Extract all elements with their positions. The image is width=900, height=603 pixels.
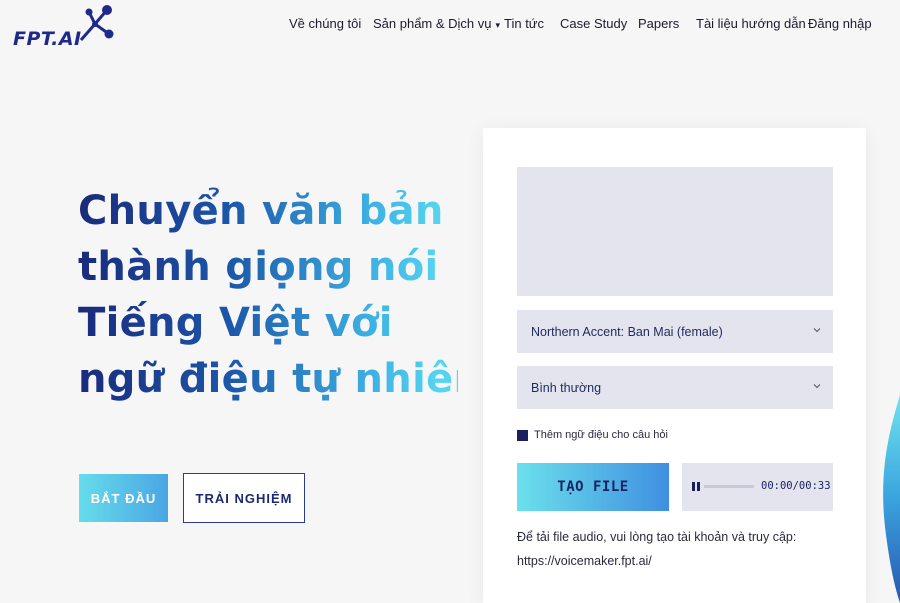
logo-molecule-icon [79, 5, 114, 41]
chevron-down-icon [813, 328, 821, 333]
nav-item-news[interactable]: Tin tức [504, 16, 544, 31]
fpt-ai-logo[interactable]: FPT.AI [13, 4, 114, 50]
try-button[interactable]: TRẢI NGHIỆM [183, 473, 305, 523]
nav-item-case-study[interactable]: Case Study [560, 16, 627, 31]
pause-icon[interactable] [692, 482, 700, 491]
audio-time: 00:00/00:33 [761, 480, 831, 492]
audio-progress-bar[interactable] [704, 485, 754, 488]
chevron-down-icon [813, 384, 821, 389]
logo-text: FPT.AI [13, 28, 82, 50]
question-intonation-checkbox[interactable] [517, 429, 528, 441]
hero-title-line: Tiếng Việt với [78, 295, 458, 351]
nav-item-products[interactable]: Sản phẩm & Dịch vụ ▾ [373, 16, 500, 31]
hero-title-line: thành giọng nói [78, 239, 458, 295]
nav-item-docs[interactable]: Tài liệu hướng dẫn [696, 16, 806, 31]
nav-item-products-label: Sản phẩm & Dịch vụ [373, 16, 492, 31]
voicemaker-link[interactable]: https://voicemaker.fpt.ai/ [517, 549, 837, 573]
question-intonation-option: Thêm ngữ điệu cho câu hỏi [517, 427, 668, 443]
nav-item-about[interactable]: Về chúng tôi [289, 16, 361, 31]
start-button[interactable]: BẮT ĐẦU [79, 474, 168, 522]
hero-title-line: Chuyển văn bản [78, 183, 458, 239]
chevron-down-icon: ▾ [495, 20, 501, 30]
tts-demo-card: Northern Accent: Ban Mai (female) Bình t… [483, 128, 866, 603]
question-intonation-label: Thêm ngữ điệu cho câu hỏi [534, 429, 668, 441]
download-note-text: Để tải file audio, vui lòng tạo tài khoả… [517, 530, 797, 544]
download-note: Để tải file audio, vui lòng tạo tài khoả… [517, 525, 837, 573]
speed-select[interactable]: Bình thường [517, 366, 833, 409]
hero-title: Chuyển văn bản thành giọng nói Tiếng Việ… [78, 183, 482, 407]
speed-select-value: Bình thường [531, 380, 602, 395]
nav-item-login[interactable]: Đăng nhập [808, 16, 872, 31]
voice-select[interactable]: Northern Accent: Ban Mai (female) [517, 310, 833, 353]
text-input[interactable] [517, 167, 833, 296]
site-header: FPT.AI Về chúng tôi Sản phẩm & Dịch vụ ▾ … [0, 0, 900, 52]
create-file-button[interactable]: TẠO FILE [517, 463, 669, 511]
hero-title-line: ngữ điệu tự nhiên [78, 351, 482, 407]
voice-select-value: Northern Accent: Ban Mai (female) [531, 324, 723, 339]
decorative-wave-shape [883, 395, 900, 603]
audio-player: 00:00/00:33 [682, 463, 833, 511]
nav-item-papers[interactable]: Papers [638, 16, 679, 31]
